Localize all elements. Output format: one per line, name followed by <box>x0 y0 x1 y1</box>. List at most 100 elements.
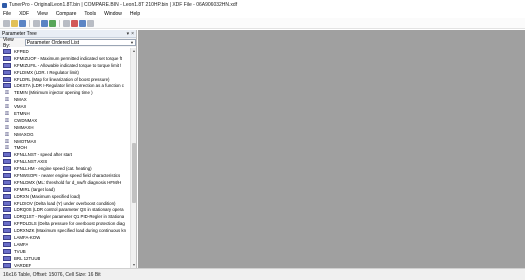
toolbar-separator <box>59 19 60 27</box>
refresh-icon[interactable] <box>49 19 56 27</box>
tree-item[interactable]: KFPED <box>0 48 130 55</box>
tree-item[interactable]: KFNWSOPI - nearer engine speed field cha… <box>0 172 130 179</box>
status-bar: 16x16 Table, Offset: 15076, Cell Size: 1… <box>0 268 525 280</box>
table-icon <box>3 193 11 199</box>
tree-item-label: LAMFA <box>14 241 29 247</box>
constant-icon: π <box>5 130 9 138</box>
tree-item[interactable]: KFNLDMX (ML: threshold for d_nw/fr diagn… <box>0 179 130 186</box>
scroll-up-icon[interactable]: ▲ <box>131 48 137 54</box>
compare-icon[interactable] <box>33 19 40 27</box>
table-icon <box>3 234 11 240</box>
tree-item-label: LAMFA-KOW <box>14 234 41 240</box>
view-by-value: Parameter Ordered List <box>26 39 79 46</box>
tree-scrollbar[interactable]: ▲ ▼ <box>130 48 136 268</box>
chevron-down-icon: ▼ <box>130 40 134 45</box>
tree-item[interactable]: π NMAX <box>0 96 130 103</box>
tree-item[interactable]: LAMFA <box>0 241 130 248</box>
tree-item[interactable]: π VMAX <box>0 103 130 110</box>
table-icon <box>3 62 11 68</box>
tree-item-label: KFNWSOPI - nearer engine speed field cha… <box>14 172 121 178</box>
tree-item[interactable]: BRL 12TUUB <box>0 255 130 262</box>
tree-item[interactable]: KFPDLDLS (Delta pressure for overboost p… <box>0 220 130 227</box>
xdf-icon[interactable] <box>41 19 48 27</box>
table-icon <box>3 159 11 165</box>
view-by-row: View By: Parameter Ordered List ▼ <box>0 36 136 49</box>
tree-item[interactable]: LDRXN (Maximum specified load) <box>0 193 130 200</box>
open-icon[interactable] <box>11 19 18 27</box>
tree-item-label: KFPED <box>14 48 29 54</box>
tree-item[interactable]: TVUB <box>0 248 130 255</box>
tree-item-label: LDRXNZK (Maximum specified load during c… <box>14 228 127 234</box>
new-icon[interactable] <box>3 19 10 27</box>
tree-item[interactable]: π CWDNMAX <box>0 117 130 124</box>
tree-item-label: KFLDIMX (LDR. I Regulator limit) <box>14 69 79 75</box>
tree-item[interactable]: KFLDRL (Map for linearization of boost p… <box>0 76 130 83</box>
tree-item-label: KFLDRL (Map for linearization of boost p… <box>14 76 110 82</box>
menu-xdf[interactable]: XDF <box>15 11 33 17</box>
scroll-thumb[interactable] <box>132 143 136 203</box>
tree-item[interactable]: π NMOTMAX <box>0 138 130 145</box>
check-icon[interactable] <box>71 19 78 27</box>
close-icon[interactable]: × <box>131 31 134 37</box>
tree-item-label: LDRQ1ST - Regler parameter Q1 PID-Regler… <box>14 214 125 220</box>
menu-compare[interactable]: Compare <box>52 11 81 17</box>
tree-item-label: KFMIZUFIL - Allowable indicated torque t… <box>14 62 122 68</box>
constant-icon: π <box>5 144 9 152</box>
tree-item[interactable]: KFNLLNST - speed after start <box>0 151 130 158</box>
tree-item[interactable]: LDRQ0S (LDR control parameter QS in stat… <box>0 206 130 213</box>
tree-item[interactable]: KFNLLHM - engine speed (cat. heating) <box>0 165 130 172</box>
table-icon <box>3 172 11 178</box>
tree-item-label: NMOTMAX <box>14 138 37 144</box>
table-icon <box>3 55 11 61</box>
tree-item[interactable]: KFMIZUOF - Maximum permitted indicated s… <box>0 55 130 62</box>
settings-icon[interactable] <box>87 19 94 27</box>
tree-item[interactable]: π TMOH <box>0 144 130 151</box>
tree-item-label: BRL 12TUUB <box>14 255 41 261</box>
menu-file[interactable]: File <box>0 11 15 17</box>
menu-help[interactable]: Help <box>126 11 144 17</box>
menu-window[interactable]: Window <box>100 11 126 17</box>
view-by-label: View By: <box>3 36 14 49</box>
tree-item-label: VMAX <box>14 104 27 110</box>
menu-bar: File XDF View Compare Tools Window Help <box>0 10 525 18</box>
tree-item[interactable]: LDRXNZK (Maximum specified load during c… <box>0 227 130 234</box>
tree-item[interactable]: π NMMAXH <box>0 124 130 131</box>
tree-item[interactable]: LAMFA-KOW <box>0 234 130 241</box>
tree-item[interactable]: KFMIRL (target load) <box>0 186 130 193</box>
tree-item-label: LDKSTA (LDR I-Regulator limit correction… <box>14 83 124 89</box>
tree-item[interactable]: KFLDIMX (LDR. I Regulator limit) <box>0 69 130 76</box>
tree-item-label: KFMIRL (target load) <box>14 186 55 192</box>
tree-item-label: KFNLLNST - speed after start <box>14 152 72 158</box>
table-icon <box>3 83 11 89</box>
tree-item-label: KFPDLDLS (Delta pressure for overboost p… <box>14 221 125 227</box>
tree-item-label: ETMNH <box>14 110 30 116</box>
edit-icon[interactable] <box>63 19 70 27</box>
tree-item[interactable]: π TEMIN (Minimum injector opening time ) <box>0 89 130 96</box>
menu-tools[interactable]: Tools <box>80 11 100 17</box>
table-icon <box>3 207 11 213</box>
window-title: TunerPro - OriginalLeon1.8T.bin | COMPAR… <box>9 2 238 8</box>
tree-item-label: CWDNMAX <box>14 117 38 123</box>
tree-item[interactable]: KFLDIOV (Delta load (Y) under overboost … <box>0 200 130 207</box>
tree-item-label: TVUB <box>14 248 26 254</box>
table-icon <box>3 248 11 254</box>
constant-icon: π <box>5 109 9 117</box>
tree-item[interactable]: KFMIZUFIL - Allowable indicated torque t… <box>0 62 130 69</box>
tree-item[interactable]: LDRQ1ST - Regler parameter Q1 PID-Regler… <box>0 213 130 220</box>
tree-item[interactable]: π ETMNH <box>0 110 130 117</box>
tree-item[interactable]: π NMAXOG <box>0 131 130 138</box>
tree-item[interactable]: LDKSTA (LDR I-Regulator limit correction… <box>0 82 130 89</box>
view-by-select[interactable]: Parameter Ordered List ▼ <box>24 39 136 46</box>
app-icon <box>2 2 7 8</box>
save-icon[interactable] <box>19 19 26 27</box>
table-icon <box>3 166 11 172</box>
parameter-tree-panel: Parameter Tree ▾ × View By: Parameter Or… <box>0 30 137 268</box>
tree-item-label: KFNLLNST AXIS <box>14 159 48 165</box>
title-bar: TunerPro - OriginalLeon1.8T.bin | COMPAR… <box>0 0 525 10</box>
chart-icon[interactable] <box>79 19 86 27</box>
constant-icon: π <box>5 116 9 124</box>
tree-item[interactable]: KFNLLNST AXIS <box>0 158 130 165</box>
pin-icon[interactable]: ▾ <box>127 31 130 37</box>
table-icon <box>3 221 11 227</box>
menu-view[interactable]: View <box>33 11 52 17</box>
